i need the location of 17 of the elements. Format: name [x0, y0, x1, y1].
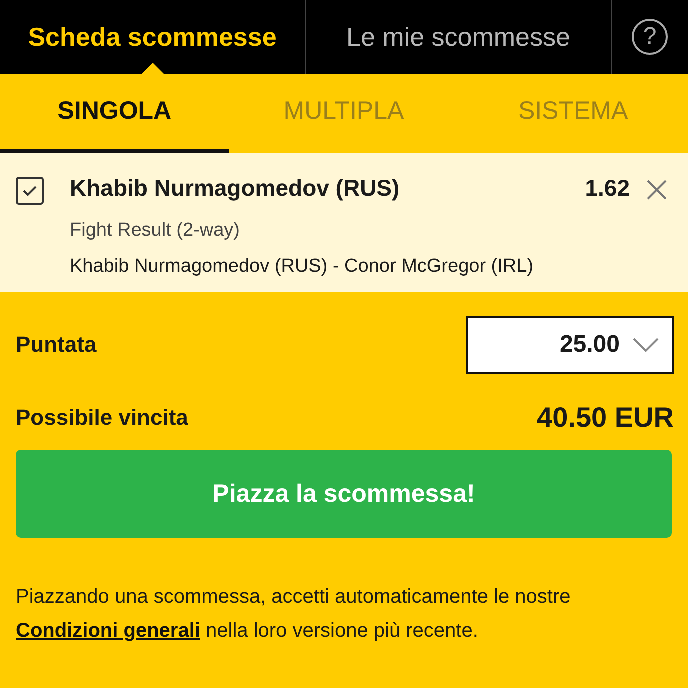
check-icon [22, 185, 38, 197]
event-label: Khabib Nurmagomedov (RUS) - Conor McGregor (IRL) [70, 256, 535, 278]
terms-text: Piazzando una scommessa, accetti automaticamente le nostre Condizioni generali nella loro versione più recente. [16, 585, 572, 644]
caret-icon [632, 337, 660, 353]
terms-link[interactable]: Condizioni generali [16, 620, 200, 642]
odds: 1.62 [585, 175, 630, 202]
stake-label: Puntata [16, 332, 97, 358]
market-label: Fight Result (2-way) [70, 220, 241, 242]
winnings-value: 40.50 EUR [537, 402, 674, 434]
selection-name: Khabib Nurmagomedov (RUS) [70, 175, 401, 202]
help-button[interactable]: ? [632, 19, 668, 55]
top-tab[interactable]: Le mie scommesse [306, 0, 612, 74]
checkbox[interactable] [16, 177, 44, 205]
close-icon[interactable] [646, 179, 668, 201]
top-tab[interactable]: Scheda scommesse [0, 0, 306, 74]
stake-field[interactable]: 25.00 [466, 316, 674, 374]
winnings-label: Possibile vincita [16, 405, 188, 431]
